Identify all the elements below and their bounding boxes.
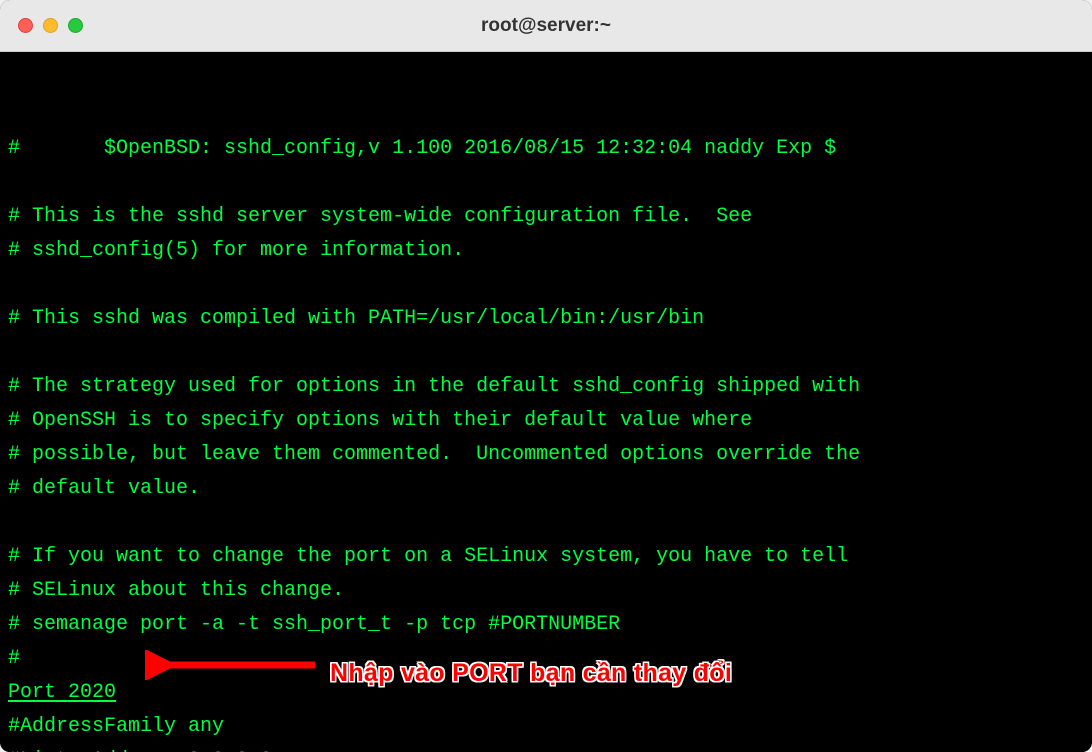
config-line: # semanage port -a -t ssh_port_t -p tcp … [8,608,1084,642]
config-line [8,166,1084,200]
config-line: # sshd_config(5) for more information. [8,234,1084,268]
config-line: # possible, but leave them commented. Un… [8,438,1084,472]
config-line: # This is the sshd server system-wide co… [8,200,1084,234]
config-line: # If you want to change the port on a SE… [8,540,1084,574]
minimize-icon[interactable] [43,18,58,33]
terminal-content[interactable]: # $OpenBSD: sshd_config,v 1.100 2016/08/… [0,52,1092,752]
config-line [8,336,1084,370]
titlebar: root@server:~ [0,0,1092,52]
config-line: # $OpenBSD: sshd_config,v 1.100 2016/08/… [8,132,1084,166]
annotation-text: Nhập vào PORT bạn cần thay đổi [330,652,732,695]
terminal-window: root@server:~ # $OpenBSD: sshd_config,v … [0,0,1092,752]
window-title: root@server:~ [481,15,611,37]
config-line: # default value. [8,472,1084,506]
config-line: # This sshd was compiled with PATH=/usr/… [8,302,1084,336]
maximize-icon[interactable] [68,18,83,33]
config-line: # OpenSSH is to specify options with the… [8,404,1084,438]
config-line: # The strategy used for options in the d… [8,370,1084,404]
config-line: #AddressFamily any [8,710,1084,744]
close-icon[interactable] [18,18,33,33]
config-line [8,506,1084,540]
config-line: # SELinux about this change. [8,574,1084,608]
traffic-lights [18,18,83,33]
config-line: #ListenAddress 0.0.0.0 [8,744,1084,752]
config-line [8,268,1084,302]
